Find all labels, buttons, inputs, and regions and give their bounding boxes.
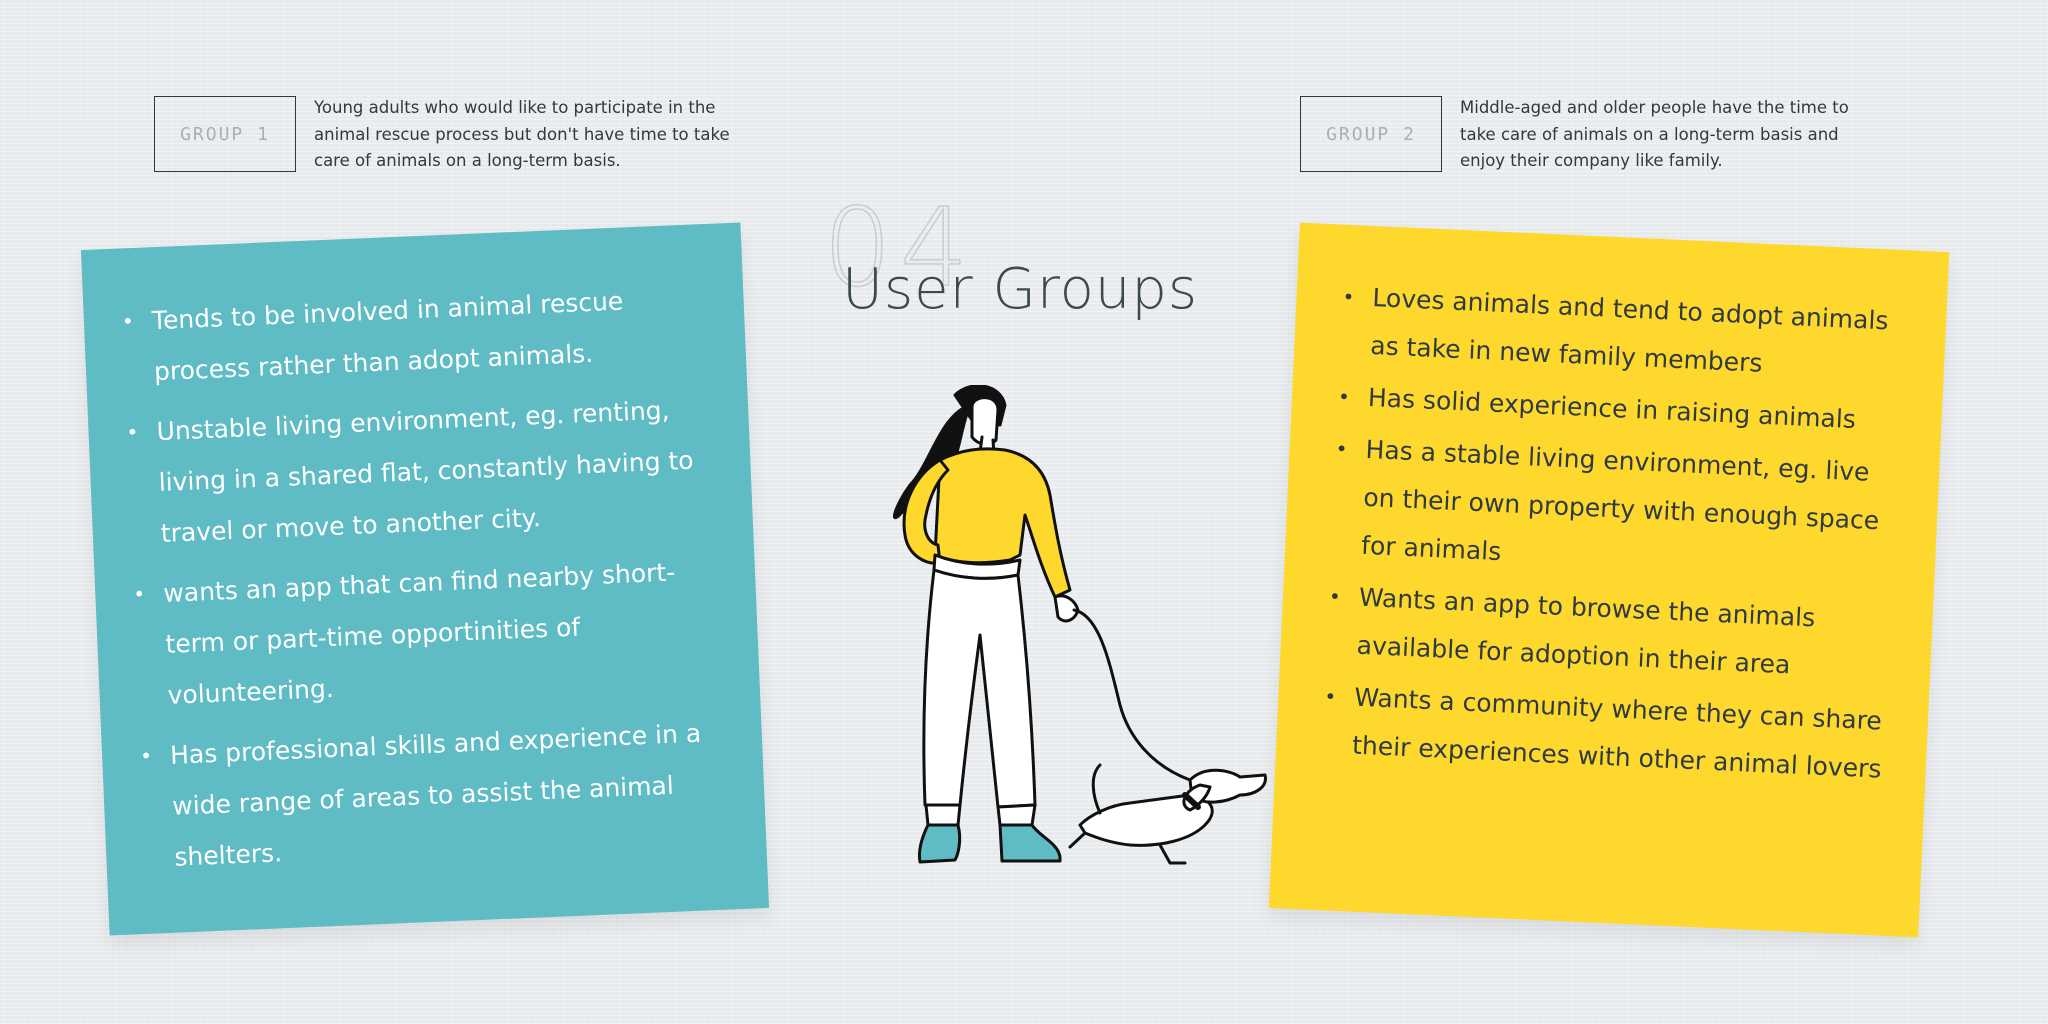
page-title: User Groups <box>842 257 1199 322</box>
group-2-description: Middle-aged and older people have the ti… <box>1460 98 1849 170</box>
group-1-point: Tends to be involved in animal rescue pr… <box>121 273 697 399</box>
group-2-label: GROUP 2 <box>1300 96 1442 172</box>
group-2-card: Loves animals and tend to adopt animals … <box>1268 222 1950 938</box>
group-2-list: Loves animals and tend to adopt animals … <box>1321 273 1911 794</box>
group-2-point: Has a stable living environment, eg. liv… <box>1330 424 1904 594</box>
group-1-point: Has professional skills and experience i… <box>139 707 717 884</box>
group-1-description: Young adults who would like to participa… <box>314 98 730 170</box>
woman-walking-dog-icon <box>860 384 1330 945</box>
group-1-label: GROUP 1 <box>154 96 296 172</box>
group-1-list: Tends to be involved in animal rescue pr… <box>121 273 717 884</box>
group-1-card: Tends to be involved in animal rescue pr… <box>80 222 770 936</box>
group-1-point: Unstable living environment, eg. renting… <box>126 383 704 560</box>
group-1-label-text: GROUP 1 <box>180 123 270 145</box>
group-1-point: wants an app that can find nearby short-… <box>132 545 710 722</box>
group-2-label-text: GROUP 2 <box>1326 123 1416 145</box>
group-2-point: Wants a community where they can share t… <box>1321 672 1893 794</box>
